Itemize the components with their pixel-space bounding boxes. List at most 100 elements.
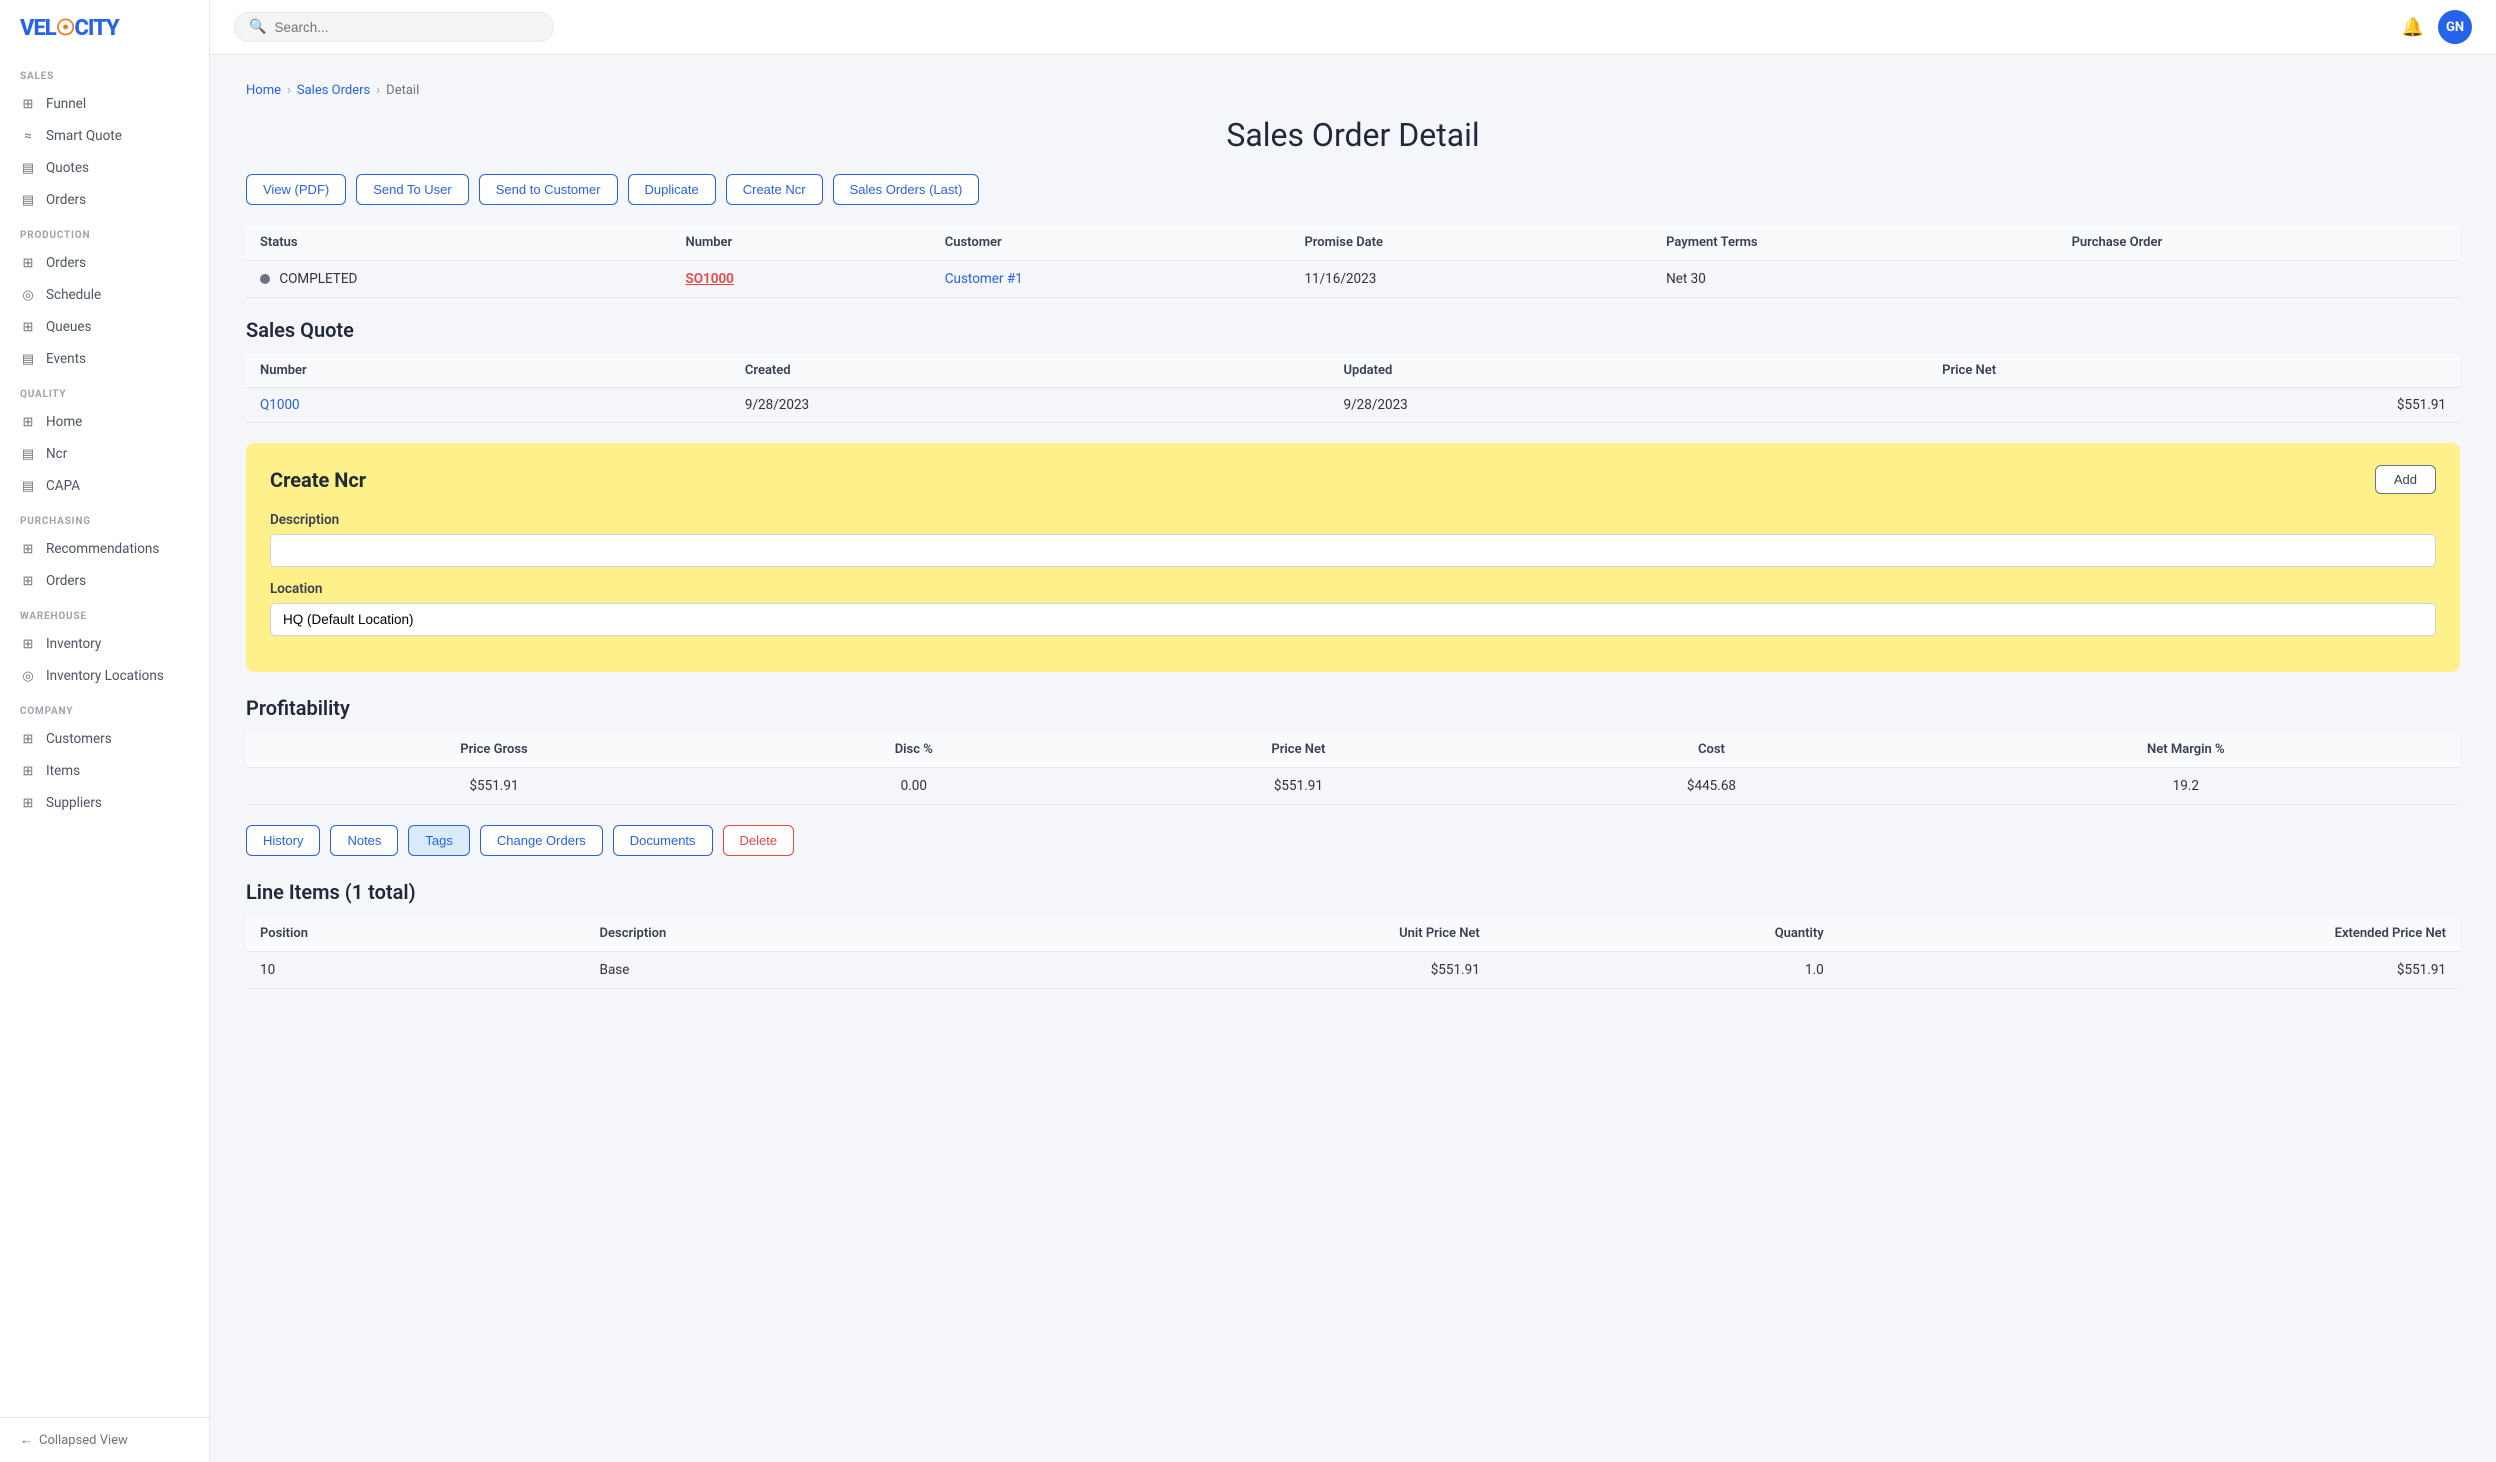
- sidebar-label-ncr: Ncr: [46, 446, 67, 462]
- collapsed-view-label: Collapsed View: [39, 1433, 128, 1448]
- topnav: 🔍 🔔 GN: [210, 0, 2496, 55]
- main: 🔍 🔔 GN Home › Sales Orders › Detail Sale…: [210, 0, 2496, 1462]
- line-col-position: Position: [246, 916, 586, 952]
- search-bar[interactable]: 🔍: [234, 12, 554, 42]
- send-to-customer-button[interactable]: Send to Customer: [479, 174, 618, 205]
- sidebar-item-inventory[interactable]: ⊞ Inventory: [0, 628, 209, 660]
- profit-net-margin-pct: 19.2: [1912, 768, 2460, 805]
- quote-updated: 9/28/2023: [1330, 388, 1929, 423]
- order-status: COMPLETED: [246, 261, 672, 298]
- sidebar-item-suppliers[interactable]: ⊞ Suppliers: [0, 787, 209, 819]
- tags-button[interactable]: Tags: [408, 825, 469, 856]
- create-ncr-button[interactable]: Create Ncr: [726, 174, 823, 205]
- sidebar-item-schedule[interactable]: ◎ Schedule: [0, 279, 209, 311]
- sidebar-item-quality-home[interactable]: ⊞ Home: [0, 406, 209, 438]
- ncr-location-input[interactable]: [270, 603, 2436, 636]
- sidebar-label-recommendations: Recommendations: [46, 541, 159, 557]
- col-payment-terms: Payment Terms: [1652, 225, 2057, 261]
- change-orders-button[interactable]: Change Orders: [480, 825, 603, 856]
- sales-quote-table: Number Created Updated Price Net Q1000 9…: [246, 354, 2460, 423]
- customers-icon: ⊞: [20, 731, 36, 747]
- breadcrumb-home[interactable]: Home: [246, 83, 281, 98]
- line-unit-price-net: $551.91: [1008, 952, 1494, 989]
- notes-button[interactable]: Notes: [330, 825, 398, 856]
- sidebar-label-items: Items: [46, 763, 80, 779]
- send-to-user-button[interactable]: Send To User: [356, 174, 469, 205]
- quote-price-net: $551.91: [1928, 388, 2460, 423]
- sidebar-item-funnel[interactable]: ⊞ Funnel: [0, 88, 209, 120]
- sidebar-label-inventory-locations: Inventory Locations: [46, 668, 164, 684]
- profit-col-price-gross: Price Gross: [246, 732, 742, 768]
- documents-button[interactable]: Documents: [613, 825, 713, 856]
- ncr-add-button[interactable]: Add: [2375, 465, 2436, 494]
- collapsed-view-button[interactable]: ← Collapsed View: [0, 1417, 209, 1462]
- line-description: Base: [586, 952, 1009, 989]
- sidebar-label-purch-orders: Orders: [46, 573, 86, 589]
- sidebar-label-quotes: Quotes: [46, 160, 89, 176]
- order-number: SO1000: [672, 261, 931, 298]
- sales-orders-last-button[interactable]: Sales Orders (Last): [833, 174, 980, 205]
- duplicate-button[interactable]: Duplicate: [628, 174, 716, 205]
- ncr-header: Create Ncr Add: [270, 465, 2436, 494]
- col-purchase-order: Purchase Order: [2058, 225, 2460, 261]
- col-number: Number: [672, 225, 931, 261]
- customer-link[interactable]: Customer #1: [945, 271, 1023, 287]
- profit-price-net: $551.91: [1086, 768, 1512, 805]
- sidebar-item-quotes[interactable]: ▤ Quotes: [0, 152, 209, 184]
- sidebar-item-capa[interactable]: ▤ CAPA: [0, 470, 209, 502]
- quote-number-link[interactable]: Q1000: [260, 397, 300, 413]
- ncr-description-label: Description: [270, 512, 2436, 528]
- order-number-link[interactable]: SO1000: [686, 271, 734, 287]
- sidebar-item-items[interactable]: ⊞ Items: [0, 755, 209, 787]
- quote-row: Q1000 9/28/2023 9/28/2023 $551.91: [246, 388, 2460, 423]
- bottom-actions: History Notes Tags Change Orders Documen…: [246, 825, 2460, 856]
- sidebar-section-sales: SALES: [0, 57, 209, 88]
- sidebar-label-orders: Orders: [46, 192, 86, 208]
- sidebar-section-purchasing: PURCHASING: [0, 502, 209, 533]
- view-pdf-button[interactable]: View (PDF): [246, 174, 346, 205]
- notification-bell-icon[interactable]: 🔔: [2402, 17, 2424, 38]
- history-button[interactable]: History: [246, 825, 320, 856]
- funnel-icon: ⊞: [20, 96, 36, 112]
- sidebar-item-inventory-locations[interactable]: ◎ Inventory Locations: [0, 660, 209, 692]
- sidebar-item-ncr[interactable]: ▤ Ncr: [0, 438, 209, 470]
- quality-home-icon: ⊞: [20, 414, 36, 430]
- profit-col-cost: Cost: [1511, 732, 1911, 768]
- breadcrumb-sales-orders[interactable]: Sales Orders: [297, 83, 370, 98]
- prod-orders-icon: ⊞: [20, 255, 36, 271]
- profit-col-price-net: Price Net: [1086, 732, 1512, 768]
- sidebar-item-smart-quote[interactable]: ≈ Smart Quote: [0, 120, 209, 152]
- logo-text: VEL☉CITY: [20, 16, 119, 41]
- sidebar-item-queues[interactable]: ⊞ Queues: [0, 311, 209, 343]
- col-customer: Customer: [931, 225, 1291, 261]
- collapsed-arrow-icon: ←: [20, 1432, 33, 1448]
- line-item-row: 10 Base $551.91 1.0 $551.91: [246, 952, 2460, 989]
- sidebar-label-quality-home: Home: [46, 414, 82, 430]
- profit-cost: $445.68: [1511, 768, 1911, 805]
- sidebar-item-prod-orders[interactable]: ⊞ Orders: [0, 247, 209, 279]
- quote-col-price-net: Price Net: [1928, 354, 2460, 388]
- col-promise-date: Promise Date: [1290, 225, 1652, 261]
- sidebar-item-events[interactable]: ▤ Events: [0, 343, 209, 375]
- order-customer: Customer #1: [931, 261, 1291, 298]
- ncr-description-input[interactable]: [270, 534, 2436, 567]
- order-promise-date: 11/16/2023: [1290, 261, 1652, 298]
- sidebar-item-orders[interactable]: ▤ Orders: [0, 184, 209, 216]
- profit-col-disc: Disc %: [742, 732, 1086, 768]
- sidebar-item-recommendations[interactable]: ⊞ Recommendations: [0, 533, 209, 565]
- events-icon: ▤: [20, 351, 36, 367]
- sidebar-label-suppliers: Suppliers: [46, 795, 102, 811]
- logo: VEL☉CITY: [0, 0, 209, 57]
- sidebar-label-capa: CAPA: [46, 478, 80, 494]
- quote-created: 9/28/2023: [731, 388, 1330, 423]
- line-col-description: Description: [586, 916, 1009, 952]
- capa-icon: ▤: [20, 478, 36, 494]
- delete-button[interactable]: Delete: [723, 825, 795, 856]
- sidebar-item-purch-orders[interactable]: ⊞ Orders: [0, 565, 209, 597]
- col-status: Status: [246, 225, 672, 261]
- search-input[interactable]: [274, 20, 539, 35]
- avatar[interactable]: GN: [2438, 10, 2472, 44]
- orders-icon: ▤: [20, 192, 36, 208]
- inventory-icon: ⊞: [20, 636, 36, 652]
- sidebar-item-customers[interactable]: ⊞ Customers: [0, 723, 209, 755]
